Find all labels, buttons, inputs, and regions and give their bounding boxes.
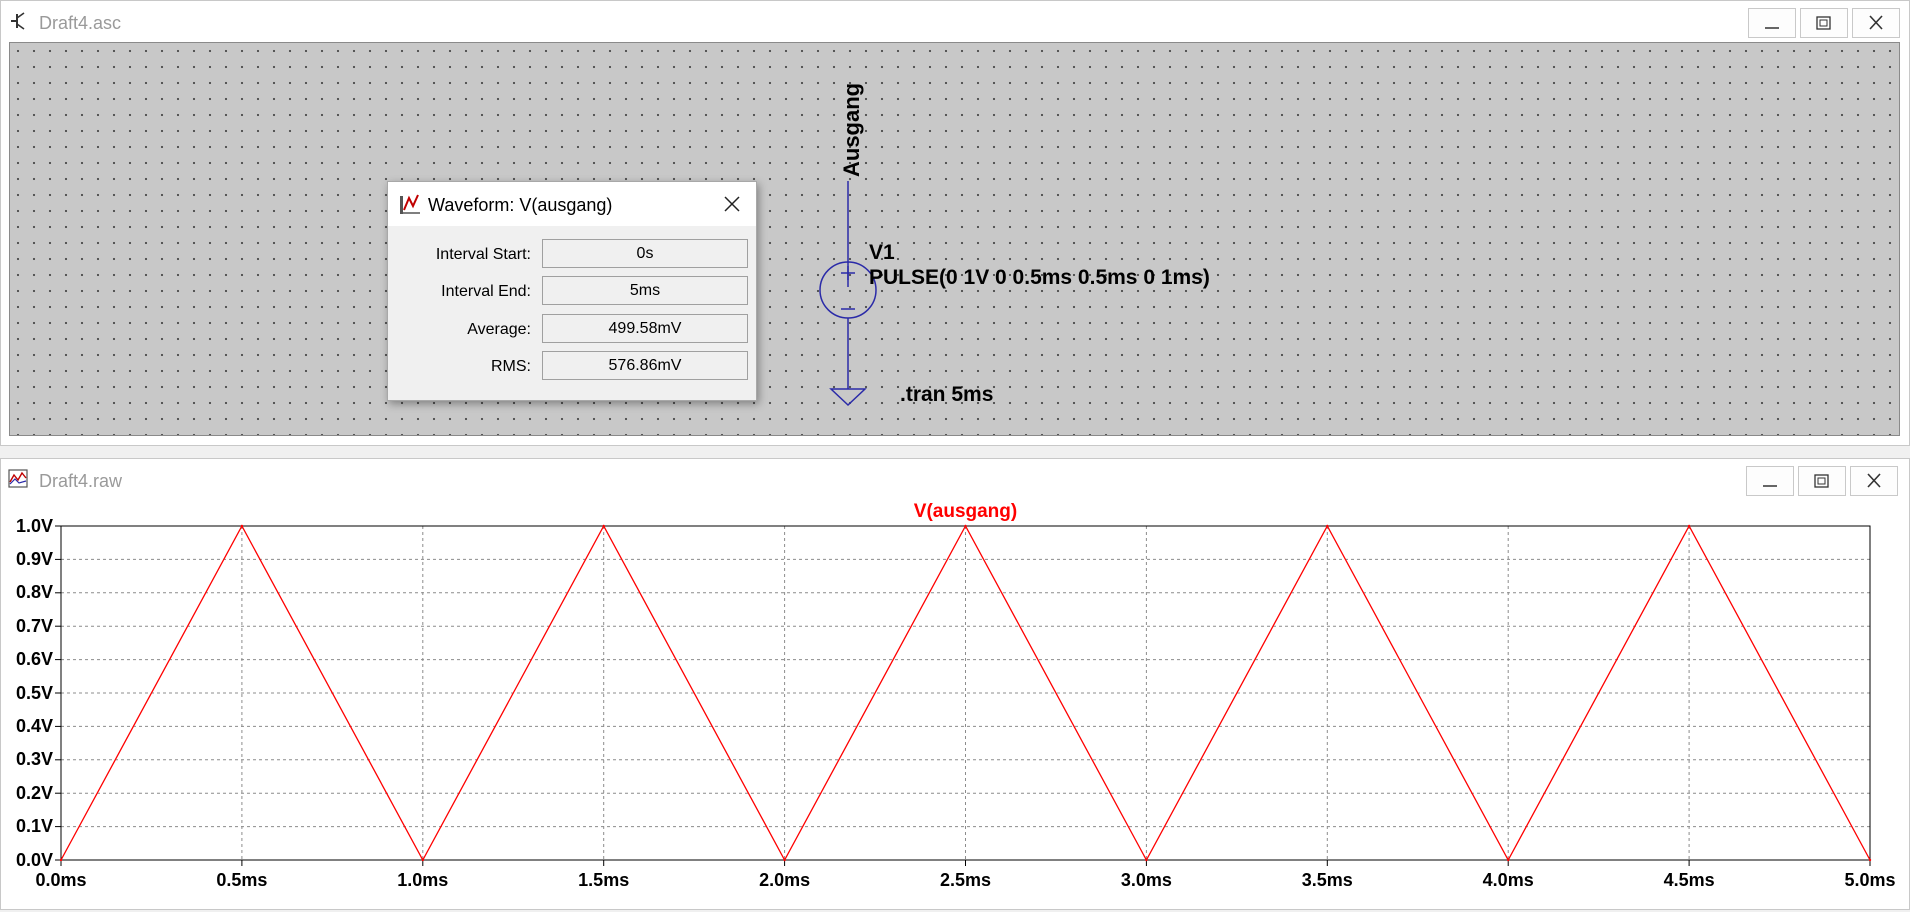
waveform-close-button[interactable] <box>1850 466 1898 496</box>
waveform-titlebar[interactable]: Draft4.raw <box>1 459 1909 499</box>
x-tick-label: 5.0ms <box>1844 870 1896 890</box>
waveform-plot-pane[interactable]: V(ausgang) 0.0ms 0.5ms 1.0ms 1.5ms 2.0ms 2.5m… <box>9 498 1900 896</box>
schematic-window-title: Draft4.asc <box>39 13 122 33</box>
interval-end-field[interactable]: 5ms <box>542 276 748 305</box>
data-point <box>1326 524 1329 528</box>
schematic-titlebar[interactable]: Draft4.asc <box>1 1 1909 43</box>
y-tick-label: 0.9V <box>15 548 53 569</box>
data-point <box>1868 858 1872 862</box>
average-label: Average: <box>467 321 531 338</box>
waveform-dialog-title: Waveform: V(ausgang) <box>428 195 613 215</box>
minimize-icon <box>1765 27 1779 29</box>
ground-symbol[interactable] <box>829 388 867 407</box>
x-tick-label: 4.5ms <box>1663 870 1715 890</box>
waveform-icon <box>400 194 420 214</box>
x-tick-label: 0.5ms <box>216 870 268 890</box>
close-icon[interactable] <box>723 195 741 213</box>
close-icon <box>1867 473 1881 488</box>
data-point <box>1145 858 1148 862</box>
net-label-ausgang[interactable]: Ausgang <box>839 83 865 177</box>
x-tick-label: 4.0ms <box>1482 870 1534 890</box>
maximize-icon <box>1814 474 1829 488</box>
waveform-dialog-titlebar[interactable]: Waveform: V(ausgang) <box>388 182 756 226</box>
rms-field[interactable]: 576.86mV <box>542 351 748 380</box>
x-tick-label: 3.5ms <box>1301 870 1353 890</box>
data-point <box>783 858 786 862</box>
plot-app-icon <box>8 469 28 488</box>
data-point <box>1687 524 1691 528</box>
waveform-window-title: Draft4.raw <box>39 471 123 491</box>
interval-start-field[interactable]: 0s <box>542 239 748 268</box>
schematic-maximize-button[interactable] <box>1800 8 1848 38</box>
y-tick-label: 0.6V <box>15 649 53 670</box>
source-name-label[interactable]: V1 <box>869 241 895 265</box>
y-tick-label: 0.3V <box>15 749 53 770</box>
x-tick-label: 2.0ms <box>759 870 811 890</box>
waveform-maximize-button[interactable] <box>1798 466 1846 496</box>
schematic-close-button[interactable] <box>1852 8 1900 38</box>
x-tick-label: 1.0ms <box>397 870 449 890</box>
x-tick-label: 2.5ms <box>939 870 992 890</box>
y-tick-label: 1.0V <box>15 515 53 536</box>
source-value-label[interactable]: PULSE(0 1V 0 0.5ms 0.5ms 0 1ms) <box>869 266 1210 290</box>
data-point <box>421 858 424 862</box>
data-point <box>1507 858 1510 862</box>
data-point <box>602 524 605 528</box>
schematic-app-icon <box>11 12 25 30</box>
maximize-icon <box>1816 16 1831 30</box>
interval-start-label: Interval Start: <box>435 246 531 263</box>
rms-label: RMS: <box>491 358 531 375</box>
waveform-plot[interactable] <box>9 498 1900 896</box>
x-tick-label: 0.0ms <box>35 870 87 890</box>
data-point <box>59 858 63 862</box>
minimize-icon <box>1763 485 1777 487</box>
tran-directive[interactable]: .tran 5ms <box>900 383 993 407</box>
waveform-dialog: Waveform: V(ausgang) Interval Start: 0s … <box>387 181 757 401</box>
average-field[interactable]: 499.58mV <box>542 314 748 343</box>
y-tick-label: 0.8V <box>15 582 53 603</box>
y-tick-label: 0.7V <box>15 615 53 636</box>
y-tick-label: 0.1V <box>15 816 53 837</box>
close-icon <box>1869 15 1883 30</box>
schematic-drawing <box>819 181 877 407</box>
data-point <box>240 524 244 528</box>
data-point <box>964 524 967 528</box>
schematic-minimize-button[interactable] <box>1748 8 1796 38</box>
y-tick-label: 0.5V <box>15 682 53 703</box>
y-tick-label: 0.0V <box>15 849 53 870</box>
x-tick-label: 1.5ms <box>578 870 630 890</box>
x-tick-label: 3.0ms <box>1120 870 1172 890</box>
y-tick-label: 0.2V <box>15 782 53 803</box>
interval-end-label: Interval End: <box>441 283 531 300</box>
y-tick-label: 0.4V <box>15 715 53 736</box>
waveform-minimize-button[interactable] <box>1746 466 1794 496</box>
schematic-canvas[interactable]: Ausgang V1 PULSE(0 1V 0 0.5ms 0.5ms 0 1m… <box>9 42 1900 436</box>
